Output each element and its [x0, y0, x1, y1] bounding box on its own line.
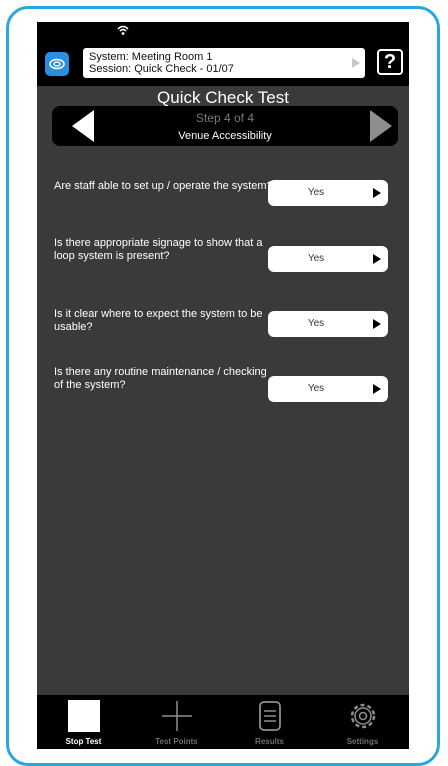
- step-navigator: Step 4 of 4 Venue Accessibility: [52, 106, 398, 146]
- play-arrow-icon: [373, 319, 381, 329]
- answer-value: Yes: [307, 187, 325, 198]
- system-label: System: Meeting Room 1: [89, 51, 213, 63]
- session-selector[interactable]: System: Meeting Room 1 Session: Quick Ch…: [83, 48, 365, 78]
- stop-icon: [68, 700, 100, 732]
- tab-settings[interactable]: Settings: [316, 695, 409, 749]
- gear-icon: [350, 703, 376, 729]
- chevron-right-icon: [352, 58, 360, 68]
- tab-results[interactable]: Results: [223, 695, 316, 749]
- answer-value: Yes: [307, 318, 325, 329]
- play-arrow-icon: [373, 188, 381, 198]
- next-step-button[interactable]: [368, 108, 394, 144]
- step-indicator: Step 4 of 4: [195, 111, 255, 125]
- tab-label: Results: [255, 737, 284, 746]
- play-arrow-icon: [373, 254, 381, 264]
- status-bar: [37, 22, 409, 40]
- app-screen: System: Meeting Room 1 Session: Quick Ch…: [37, 22, 409, 749]
- tab-bar: Stop Test Test Points Results Settings: [37, 695, 409, 749]
- app-logo-icon[interactable]: [45, 52, 69, 76]
- answer-dropdown[interactable]: Yes: [268, 180, 388, 206]
- wifi-icon: [117, 25, 129, 35]
- question-text: Are staff able to set up / operate the s…: [54, 180, 273, 192]
- tab-label: Settings: [346, 737, 379, 746]
- answer-value: Yes: [307, 253, 325, 264]
- play-arrow-icon: [373, 384, 381, 394]
- answer-value: Yes: [307, 383, 325, 394]
- tab-stop-test[interactable]: Stop Test: [37, 695, 130, 749]
- tab-label: Stop Test: [65, 737, 102, 746]
- question-text: Is there appropriate signage to show tha…: [54, 237, 263, 262]
- crosshair-icon: [162, 701, 192, 731]
- page-title: Quick Check Test: [157, 88, 289, 107]
- answer-dropdown[interactable]: Yes: [268, 311, 388, 337]
- main-content: Quick Check Test Step 4 of 4 Venue Acces…: [37, 86, 409, 695]
- tab-test-points[interactable]: Test Points: [130, 695, 223, 749]
- question-text: Is it clear where to expect the system t…: [54, 308, 263, 333]
- section-name: Venue Accessibility: [178, 130, 272, 142]
- list-icon: [259, 701, 281, 731]
- help-button[interactable]: ?: [377, 49, 403, 75]
- app-header: System: Meeting Room 1 Session: Quick Ch…: [37, 40, 409, 86]
- answer-dropdown[interactable]: Yes: [268, 376, 388, 402]
- tab-label: Test Points: [155, 737, 198, 746]
- session-label: Session: Quick Check - 01/07: [89, 63, 234, 75]
- answer-dropdown[interactable]: Yes: [268, 246, 388, 272]
- question-text: Is there any routine maintenance / check…: [54, 366, 267, 391]
